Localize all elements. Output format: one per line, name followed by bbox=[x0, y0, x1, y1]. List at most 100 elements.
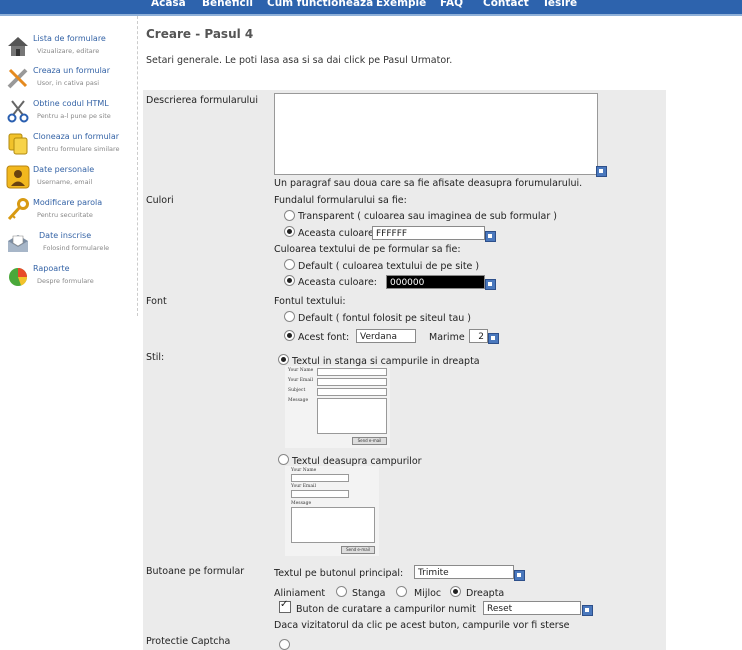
sidebar-item-label: Lista de formulare bbox=[33, 34, 106, 43]
sidebar-item-sub: Pentru securitate bbox=[37, 211, 93, 219]
reset-help: Daca vizitatorul da clic pe acest buton,… bbox=[274, 620, 570, 631]
bg-transparent-label: Transparent ( culoarea sau imaginea de s… bbox=[298, 211, 557, 222]
tools-icon bbox=[7, 68, 28, 89]
text-custom-radio[interactable] bbox=[284, 275, 295, 286]
align-left-label: Stanga bbox=[352, 588, 386, 599]
preview-button: Send e-mail bbox=[341, 546, 375, 554]
nav-exemple[interactable]: Exemple bbox=[376, 0, 426, 9]
nav-acasa[interactable]: Acasa bbox=[151, 0, 186, 9]
sidebar-item-sub: Despre formulare bbox=[37, 277, 94, 285]
reset-checkbox[interactable] bbox=[279, 599, 291, 613]
text-custom-label: Aceasta culoare: bbox=[298, 277, 377, 288]
preview-button: Send e-mail bbox=[352, 437, 387, 445]
sidebar-item-creaza-formular[interactable]: Creaza un formular Usor, in cativa pasi bbox=[5, 64, 135, 94]
preview-message-label: Message bbox=[291, 501, 312, 506]
preview-email-label: Your Email bbox=[291, 484, 316, 489]
sidebar-item-sub: Vizualizare, editare bbox=[37, 47, 100, 55]
font-size-input[interactable]: 2 bbox=[469, 329, 488, 343]
font-size-label: Marime bbox=[429, 332, 465, 343]
color-picker-icon[interactable] bbox=[485, 231, 496, 242]
house-icon bbox=[8, 37, 28, 56]
sidebar-item-label: Date inscrise bbox=[39, 231, 92, 240]
text-picker-icon[interactable] bbox=[582, 605, 593, 616]
sidebar-item-sub: Username, email bbox=[37, 178, 93, 186]
preview-textarea bbox=[291, 507, 375, 543]
sidebar: Lista de formulare Vizualizare, editare … bbox=[0, 16, 138, 316]
font-custom-radio[interactable] bbox=[284, 330, 295, 341]
buttons-label: Butoane pe formular bbox=[146, 566, 245, 577]
text-default-label: Default ( culoarea textului de pe site ) bbox=[298, 261, 480, 272]
color-picker-icon[interactable] bbox=[485, 279, 496, 290]
font-label: Font bbox=[146, 296, 167, 307]
nav-cum-functioneaza[interactable]: Cum functioneaza bbox=[267, 0, 373, 9]
captcha-radio[interactable] bbox=[279, 639, 290, 650]
align-center-radio[interactable] bbox=[396, 586, 407, 597]
bg-color-input[interactable]: FFFFFF bbox=[372, 226, 485, 240]
text-picker-icon[interactable] bbox=[514, 570, 525, 581]
font-custom-label: Acest font: bbox=[298, 332, 350, 343]
main-button-label: Textul pe butonul principal: bbox=[274, 568, 404, 579]
bg-custom-label: Aceasta culoare: bbox=[298, 228, 377, 239]
font-default-label: Default ( fontul folosit pe siteul tau ) bbox=[298, 313, 472, 324]
preview-textarea bbox=[317, 398, 387, 434]
sidebar-item-lista-formulare[interactable]: Lista de formulare Vizualizare, editare bbox=[5, 32, 135, 62]
resize-icon[interactable] bbox=[596, 166, 607, 177]
copy-icon bbox=[8, 133, 28, 155]
page-title: Creare - Pasul 4 bbox=[146, 27, 254, 41]
bg-custom-radio[interactable] bbox=[284, 226, 295, 237]
preview-field bbox=[291, 474, 349, 482]
font-name-input[interactable]: Verdana bbox=[356, 329, 416, 343]
pie-chart-icon bbox=[9, 268, 28, 286]
top-navigation: Acasa Beneficii Cum functioneaza Exemple… bbox=[0, 0, 742, 16]
sidebar-item-label: Cloneaza un formular bbox=[33, 132, 120, 141]
nav-faq[interactable]: FAQ bbox=[440, 0, 463, 9]
sidebar-item-date-inscrise[interactable]: Date inscrise Folosind formularele bbox=[5, 229, 135, 259]
bg-color-heading: Fundalul formularului sa fie: bbox=[274, 195, 407, 206]
style-top-preview: Your Name Your Email Message Send e-mail bbox=[285, 466, 379, 556]
main-button-input[interactable]: Trimite bbox=[414, 565, 514, 579]
style-top-radio[interactable] bbox=[278, 454, 289, 465]
preview-field bbox=[317, 388, 387, 396]
sidebar-item-modificare-parola[interactable]: Modificare parola Pentru securitate bbox=[5, 196, 135, 226]
user-icon bbox=[6, 165, 30, 189]
preview-email-label: Your Email bbox=[288, 378, 313, 383]
preview-field bbox=[317, 368, 387, 376]
mail-icon bbox=[8, 235, 28, 252]
font-heading: Fontul textului: bbox=[274, 296, 346, 307]
align-left-radio[interactable] bbox=[336, 586, 347, 597]
text-default-radio[interactable] bbox=[284, 259, 295, 270]
reset-label: Buton de curatare a campurilor numit bbox=[296, 604, 476, 615]
preview-field bbox=[317, 378, 387, 386]
sidebar-item-label: Creaza un formular bbox=[33, 66, 110, 75]
nav-iesire[interactable]: Iesire bbox=[544, 0, 577, 9]
style-left-preview: Your Name Your Email Subject Message Sen… bbox=[285, 366, 390, 448]
style-left-radio[interactable] bbox=[278, 354, 289, 365]
align-right-radio[interactable] bbox=[450, 586, 461, 597]
preview-name-label: Your Name bbox=[288, 368, 314, 373]
scissors-icon bbox=[7, 100, 29, 123]
preview-name-label: Your Name bbox=[291, 468, 317, 473]
style-label: Stil: bbox=[146, 352, 165, 363]
sidebar-item-rapoarte[interactable]: Rapoarte Despre formulare bbox=[5, 262, 135, 292]
sidebar-item-date-personale[interactable]: Date personale Username, email bbox=[5, 163, 135, 193]
preview-subject-label: Subject bbox=[288, 388, 306, 393]
sidebar-item-cloneaza[interactable]: Cloneaza un formular Pentru formulare si… bbox=[5, 130, 135, 160]
description-textarea[interactable] bbox=[274, 93, 598, 175]
nav-beneficii[interactable]: Beneficii bbox=[202, 0, 253, 9]
preview-message-label: Message bbox=[288, 398, 309, 403]
text-color-input[interactable]: 000000 bbox=[386, 275, 485, 289]
align-center-label: Mijloc bbox=[414, 588, 442, 599]
font-default-radio[interactable] bbox=[284, 311, 295, 322]
sidebar-item-sub: Usor, in cativa pasi bbox=[37, 79, 100, 87]
reset-button-input[interactable]: Reset bbox=[483, 601, 581, 615]
bg-transparent-radio[interactable] bbox=[284, 210, 295, 221]
sidebar-item-sub: Folosind formularele bbox=[43, 244, 110, 252]
align-right-label: Dreapta bbox=[466, 588, 505, 599]
captcha-label: Protectie Captcha bbox=[146, 636, 231, 647]
nav-contact[interactable]: Contact bbox=[483, 0, 529, 9]
text-color-heading: Culoarea textului de pe formular sa fie: bbox=[274, 244, 461, 255]
colors-label: Culori bbox=[146, 195, 174, 206]
font-size-picker-icon[interactable] bbox=[488, 333, 499, 344]
sidebar-item-obtine-cod[interactable]: Obtine codul HTML Pentru a-l pune pe sit… bbox=[5, 97, 135, 127]
sidebar-item-label: Rapoarte bbox=[33, 264, 70, 273]
